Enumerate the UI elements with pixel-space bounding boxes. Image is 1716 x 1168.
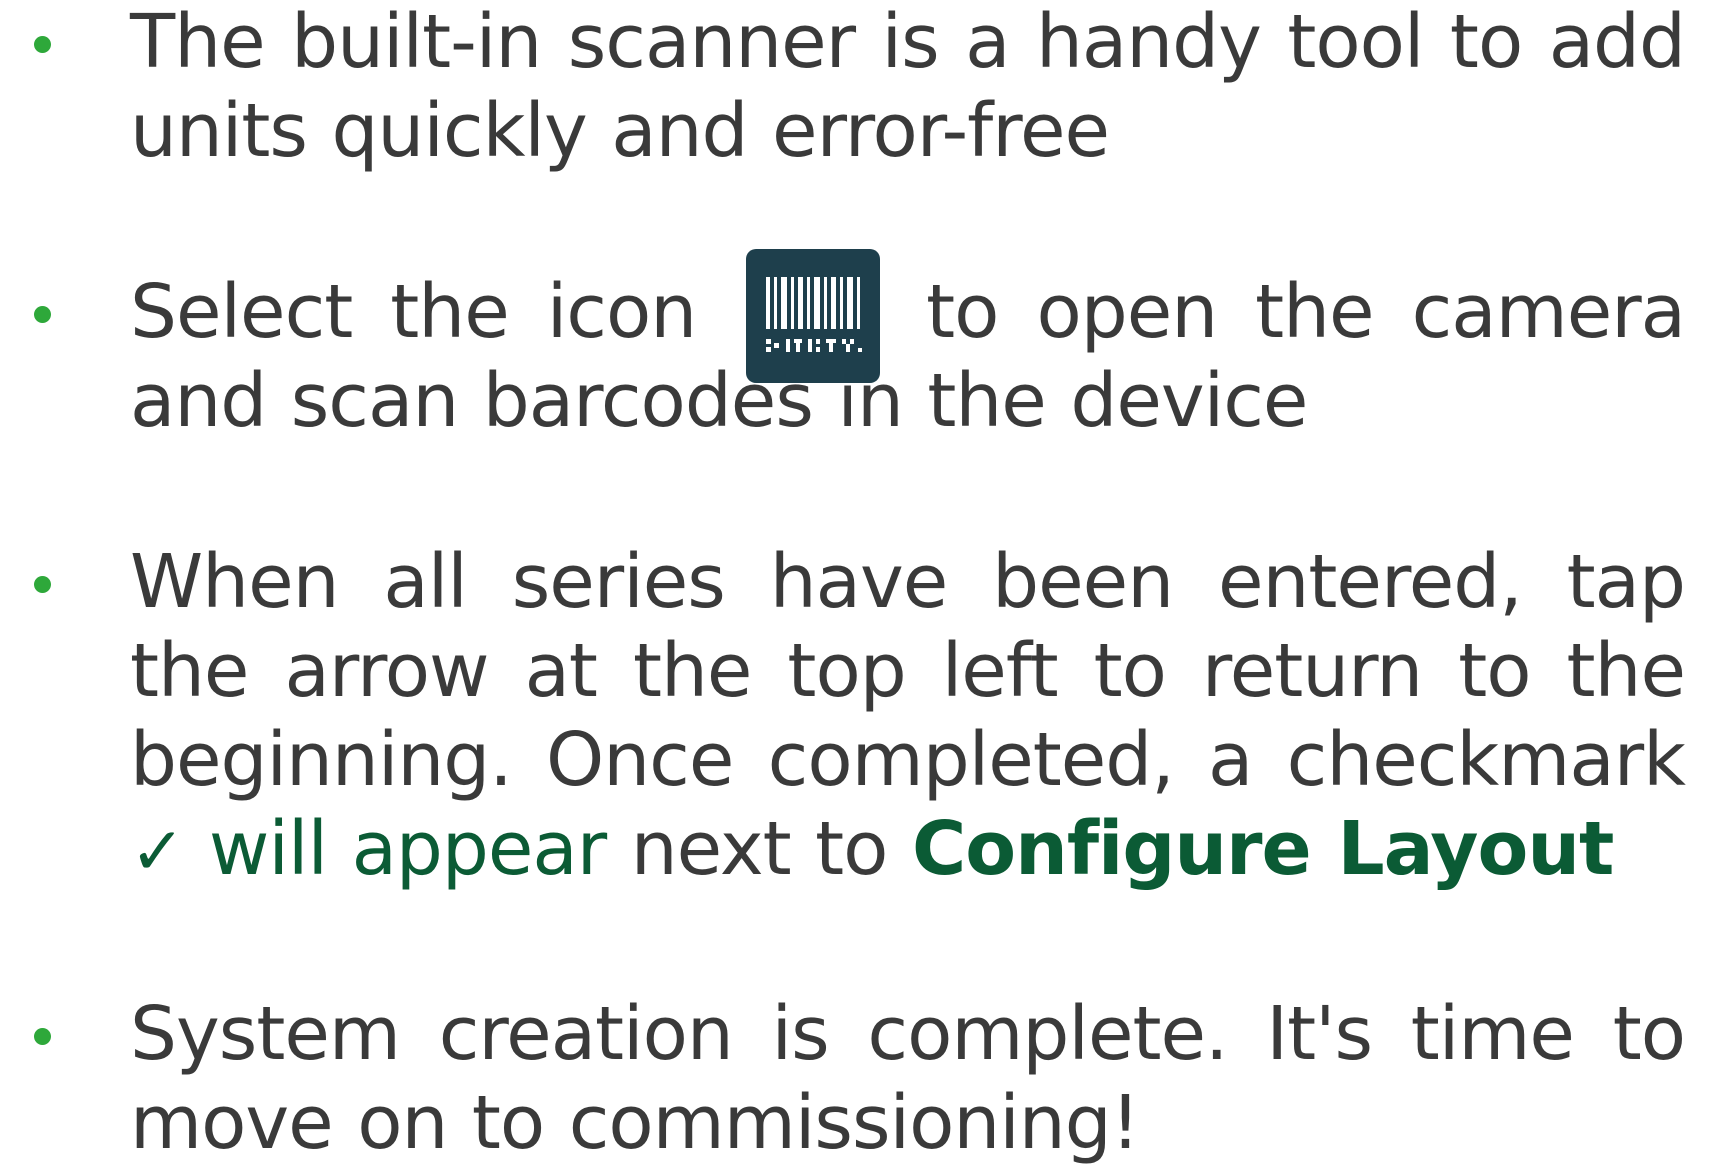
bullet-text: Select the icon to open the camera and s… [130,249,1686,446]
bullet-text-before-icon: Select the icon [130,269,697,355]
bullet-text-main: When all series have been entered, tap t… [130,539,1686,803]
bullet-text-middle: next to [630,806,889,892]
bullet-dot [34,306,51,323]
bullet-dot [34,1028,51,1045]
bullet-text: System creation is complete. It's time t… [130,991,1686,1166]
bullet-text: When all series have been entered, tap t… [130,538,1686,896]
bullet-dot [34,576,51,593]
bullet-dot [34,36,51,53]
checkmark-icon: ✓ [130,813,185,890]
barcode-scanner-icon [746,249,881,384]
bullet-text: The built-in scanner is a handy tool to … [130,0,1686,174]
bullet-text-green: will appear [208,806,607,892]
configure-layout-label: Configure Layout [911,806,1614,892]
